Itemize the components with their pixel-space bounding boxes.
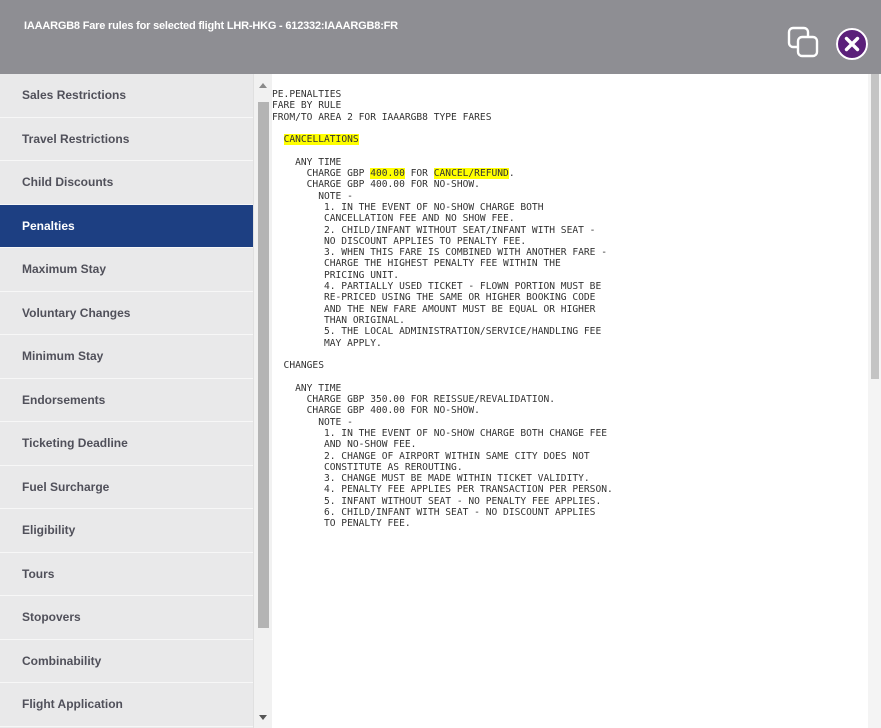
rule-text-line: NOTE - (272, 190, 353, 202)
rule-text-line: 5. INFANT WITHOUT SEAT - NO PENALTY FEE … (272, 495, 602, 507)
highlighted-text: CANCELLATIONS (283, 134, 359, 146)
rule-text-line: AND THE NEW FARE AMOUNT MUST BE EQUAL OR… (272, 303, 596, 315)
rule-text-line: 4. PARTIALLY USED TICKET - FLOWN PORTION… (272, 281, 602, 293)
rule-text-line: CONSTITUTE AS REROUTING. (272, 461, 463, 473)
sidebar-item-child-discounts[interactable]: Child Discounts (0, 161, 253, 205)
rule-text-line: 1. IN THE EVENT OF NO-SHOW CHARGE BOTH (272, 201, 544, 213)
title-bar: IAAARGB8 Fare rules for selected flight … (0, 0, 881, 74)
rule-text-line: ANY TIME (272, 156, 342, 168)
rule-text-line: NO DISCOUNT APPLIES TO PENALTY FEE. (272, 235, 527, 247)
scroll-down-arrow-icon[interactable] (259, 715, 267, 720)
rule-text-line: 4. PENALTY FEE APPLIES PER TRANSACTION P… (272, 484, 613, 496)
sidebar-item-fuel-surcharge[interactable]: Fuel Surcharge (0, 466, 253, 509)
rule-text-line: CHARGE GBP 350.00 FOR REISSUE/REVALIDATI… (272, 394, 556, 406)
rule-text-line: TO PENALTY FEE. (272, 518, 411, 530)
sidebar-item-maximum-stay[interactable]: Maximum Stay (0, 248, 253, 292)
highlighted-text: CANCEL/REFUND (433, 168, 509, 180)
scroll-up-arrow-icon[interactable] (259, 83, 267, 88)
rule-text-line: 3. WHEN THIS FARE IS COMBINED WITH ANOTH… (272, 247, 608, 259)
rule-text-line: 2. CHILD/INFANT WITHOUT SEAT/INFANT WITH… (272, 224, 596, 236)
sidebar-item-combinability[interactable]: Combinability (0, 640, 253, 683)
sidebar-item-travel-restrictions[interactable]: Travel Restrictions (0, 118, 253, 161)
sidebar-item-flight-application[interactable]: Flight Application (0, 683, 253, 727)
close-icon (836, 28, 868, 60)
rule-text-line: CHARGE GBP 400.00 FOR NO-SHOW. (272, 179, 480, 191)
rule-text-line: PRICING UNIT. (272, 269, 400, 281)
sidebar-scroll-thumb[interactable] (258, 102, 269, 628)
rule-text-line: NOTE - (272, 416, 353, 428)
sidebar-scrollbar[interactable] (253, 74, 272, 728)
fare-rule-text: PE.PENALTIES FARE BY RULE FROM/TO AREA 2… (272, 89, 613, 530)
copy-icon (787, 26, 819, 58)
rules-sidebar: Sales Restrictions Travel Restrictions Chi… (0, 74, 253, 728)
rule-text-line: FARE BY RULE (272, 100, 342, 112)
sidebar-item-tours[interactable]: Tours (0, 553, 253, 596)
sidebar-item-eligibility[interactable]: Eligibility (0, 509, 253, 553)
rule-text-line: 5. THE LOCAL ADMINISTRATION/SERVICE/HAND… (272, 326, 602, 338)
close-button[interactable] (836, 28, 868, 60)
content-scrollbar[interactable] (868, 74, 881, 728)
rule-text-line: CHARGE GBP 400.00 FOR NO-SHOW. (272, 405, 480, 417)
rule-text-line: FROM/TO AREA 2 FOR IAAARGB8 TYPE FARES (272, 111, 492, 123)
rule-text-line: ANY TIME (272, 382, 342, 394)
content-scroll-thumb[interactable] (871, 74, 879, 379)
sidebar-item-minimum-stay[interactable]: Minimum Stay (0, 335, 253, 379)
sidebar-item-penalties[interactable]: Penalties (0, 204, 253, 248)
rule-text-line: CANCELLATION FEE AND NO SHOW FEE. (272, 213, 515, 225)
copy-button[interactable] (787, 26, 821, 60)
sidebar-item-ticketing-deadline[interactable]: Ticketing Deadline (0, 422, 253, 466)
sidebar-item-voluntary-changes[interactable]: Voluntary Changes (0, 292, 253, 335)
window-title: IAAARGB8 Fare rules for selected flight … (24, 20, 398, 32)
rule-text-line: MAY APPLY. (272, 337, 382, 349)
rule-text-line: CANCELLATIONS (272, 134, 359, 146)
rule-text-line: CHARGE THE HIGHEST PENALTY FEE WITHIN TH… (272, 258, 561, 270)
fare-rule-text-panel: PE.PENALTIES FARE BY RULE FROM/TO AREA 2… (272, 74, 868, 728)
rule-text-line: CHARGE GBP 400.00 FOR CANCEL/REFUND. (272, 168, 515, 180)
highlighted-text: 400.00 (370, 168, 405, 180)
rule-text-line: 2. CHANGE OF AIRPORT WITHIN SAME CITY DO… (272, 450, 590, 462)
rule-text-line: CHANGES (272, 360, 324, 372)
rule-text-line: PE.PENALTIES (272, 89, 342, 100)
sidebar-item-endorsements[interactable]: Endorsements (0, 379, 253, 422)
rule-text-line: THAN ORIGINAL. (272, 314, 405, 326)
rule-text-line: 3. CHANGE MUST BE MADE WITHIN TICKET VAL… (272, 473, 590, 485)
rule-text-line: 6. CHILD/INFANT WITH SEAT - NO DISCOUNT … (272, 506, 596, 518)
sidebar-item-sales-restrictions[interactable]: Sales Restrictions (0, 74, 253, 118)
rule-text-line: AND NO-SHOW FEE. (272, 439, 417, 451)
rule-text-line: RE-PRICED USING THE SAME OR HIGHER BOOKI… (272, 292, 596, 304)
rule-text-line: 1. IN THE EVENT OF NO-SHOW CHARGE BOTH C… (272, 427, 608, 439)
sidebar-item-stopovers[interactable]: Stopovers (0, 596, 253, 640)
